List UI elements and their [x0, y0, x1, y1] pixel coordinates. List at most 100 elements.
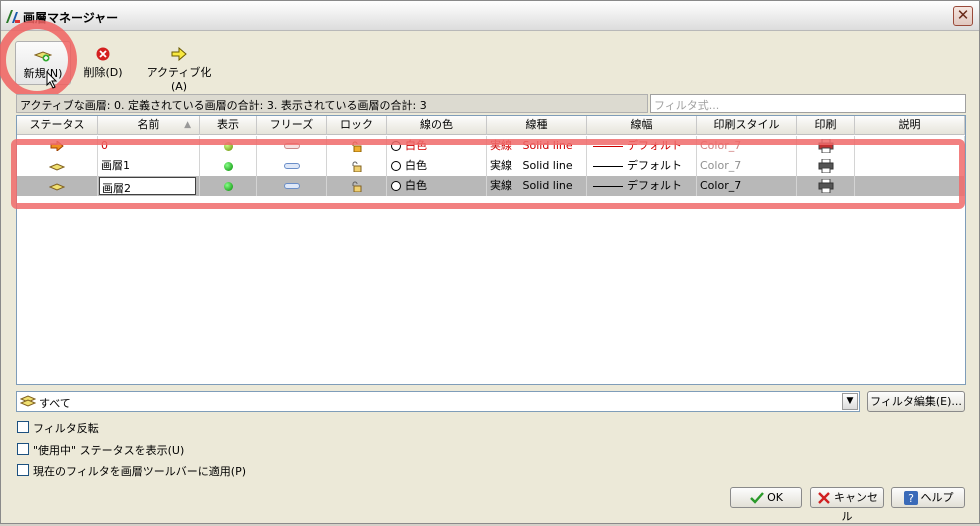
close-button[interactable]: ✕ [953, 6, 973, 26]
color-swatch-icon [391, 161, 401, 171]
layer-name-edit-input[interactable]: 画層2 [99, 177, 196, 195]
lineweight-sample [593, 145, 623, 147]
delete-layer-label: 削除(D) [83, 66, 123, 79]
checkbox-box[interactable] [17, 421, 29, 433]
lineweight-sample [593, 185, 623, 187]
color-cell[interactable]: 白色 [387, 176, 487, 196]
layer-name[interactable]: 画層1 [98, 156, 200, 176]
on-toggle[interactable] [200, 136, 257, 156]
lineweight-cell[interactable]: デフォルト [587, 176, 697, 196]
set-current-label: アクティブ化(A) [146, 66, 212, 93]
lock-toggle[interactable] [327, 136, 387, 156]
title-bar: 画層マネージャー ✕ [1, 1, 979, 31]
linetype-jp: 実線 [490, 159, 512, 172]
color-name: 白色 [405, 159, 427, 172]
color-cell[interactable]: 白色 [387, 136, 487, 156]
layer-manager-dialog: 画層マネージャー ✕ 新規(N) 削除(D) アクティブ化(A) アクティブな画… [0, 0, 980, 524]
col-status[interactable]: ステータス [17, 116, 98, 135]
linetype-cell[interactable]: 実線 Solid line [487, 156, 587, 176]
plot-toggle[interactable] [797, 156, 855, 176]
ok-label: OK [767, 491, 783, 504]
on-toggle[interactable] [200, 156, 257, 176]
lineweight-value: デフォルト [627, 179, 682, 192]
plot-toggle[interactable] [797, 136, 855, 156]
printer-icon [818, 139, 833, 153]
delete-layer-button[interactable]: 削除(D) [79, 41, 127, 85]
col-color[interactable]: 線の色 [387, 116, 487, 135]
sun-thaw-icon [283, 163, 300, 169]
plotstyle-cell: Color_7 [697, 136, 797, 156]
lineweight-value: デフォルト [627, 139, 682, 152]
on-toggle[interactable] [200, 176, 257, 196]
col-name[interactable]: 名前 ▲ [98, 116, 200, 135]
ok-button[interactable]: OK [730, 487, 802, 508]
filter-layers-icon [20, 395, 36, 407]
lock-toggle[interactable] [327, 156, 387, 176]
unlock-icon [352, 181, 362, 192]
description-cell[interactable] [855, 136, 965, 156]
col-lineweight[interactable]: 線幅 [587, 116, 697, 135]
freeze-toggle[interactable] [257, 176, 327, 196]
checkmark-icon [750, 492, 764, 504]
layer-row[interactable]: 画層1 白色 実線 Solid line デフォルト Color_7 [17, 156, 965, 176]
description-cell[interactable] [855, 156, 965, 176]
lock-toggle[interactable] [327, 176, 387, 196]
plotstyle-cell: Color_7 [697, 176, 797, 196]
unlock-icon [352, 141, 362, 152]
current-layer-arrow-icon [50, 141, 64, 151]
help-button[interactable]: ? ヘルプ [891, 487, 965, 508]
plot-toggle[interactable] [797, 176, 855, 196]
color-swatch-icon [391, 181, 401, 191]
edit-filter-button[interactable]: フィルタ編集(E)... [867, 391, 965, 412]
layer-name[interactable]: 0 [98, 136, 200, 156]
linetype-name: Solid line [522, 139, 573, 152]
sort-ascending-icon: ▲ [184, 120, 191, 130]
col-linetype[interactable]: 線種 [487, 116, 587, 135]
chevron-down-icon[interactable]: ▼ [842, 393, 858, 410]
show-in-use-label: "使用中" ステータスを表示(U) [33, 444, 185, 457]
layer-row-selected[interactable]: 画層2 白色 実線 Solid line デフォルト Color_7 [17, 176, 965, 196]
lightbulb-on-icon [223, 181, 233, 191]
linetype-cell[interactable]: 実線 Solid line [487, 176, 587, 196]
description-cell[interactable] [855, 176, 965, 196]
status-cell [17, 176, 98, 196]
col-name-label: 名前 [137, 118, 160, 131]
checkbox-box[interactable] [17, 464, 29, 476]
col-plotstyle[interactable]: 印刷スタイル [697, 116, 797, 135]
col-plot[interactable]: 印刷 [797, 116, 855, 135]
new-layer-button[interactable]: 新規(N) [15, 41, 71, 85]
invert-filter-label: フィルタ反転 [33, 422, 99, 435]
filter-select[interactable]: すべて ▼ [16, 391, 860, 412]
freeze-toggle[interactable] [257, 136, 327, 156]
help-label: ヘルプ [920, 491, 954, 504]
col-lock[interactable]: ロック [327, 116, 387, 135]
lightbulb-on-icon [223, 161, 233, 171]
layer-sheet-icon [49, 163, 65, 171]
x-icon [818, 492, 830, 504]
col-on[interactable]: 表示 [200, 116, 257, 135]
autocad-app-icon [6, 10, 20, 23]
printer-icon [818, 159, 833, 173]
cancel-label: キャンセル [834, 491, 878, 523]
sun-thaw-icon [283, 183, 300, 189]
layer-row[interactable]: 0 白色 実線 Solid line デフォルト Color_7 [17, 136, 965, 156]
color-name: 白色 [405, 139, 427, 152]
column-header-row: ステータス 名前 ▲ 表示 フリーズ ロック 線の色 線種 線幅 印刷スタイル 印… [17, 116, 965, 135]
color-cell[interactable]: 白色 [387, 156, 487, 176]
freeze-toggle[interactable] [257, 156, 327, 176]
col-freeze[interactable]: フリーズ [257, 116, 327, 135]
lineweight-cell[interactable]: デフォルト [587, 156, 697, 176]
linetype-jp: 実線 [490, 139, 512, 152]
linetype-cell[interactable]: 実線 Solid line [487, 136, 587, 156]
arrow-right-icon [171, 47, 187, 61]
set-current-button[interactable]: アクティブ化(A) [139, 41, 219, 93]
lineweight-cell[interactable]: デフォルト [587, 136, 697, 156]
col-description[interactable]: 説明 [855, 116, 965, 135]
name-cell[interactable]: 画層2 [98, 176, 200, 196]
cancel-button[interactable]: キャンセル [810, 487, 884, 523]
linetype-name: Solid line [522, 159, 573, 172]
checkbox-box[interactable] [17, 443, 29, 455]
filter-expression-input[interactable]: フィルタ式... [650, 94, 966, 113]
layer-list[interactable]: ステータス 名前 ▲ 表示 フリーズ ロック 線の色 線種 線幅 印刷スタイル 印… [16, 115, 966, 385]
printer-icon [818, 179, 833, 193]
